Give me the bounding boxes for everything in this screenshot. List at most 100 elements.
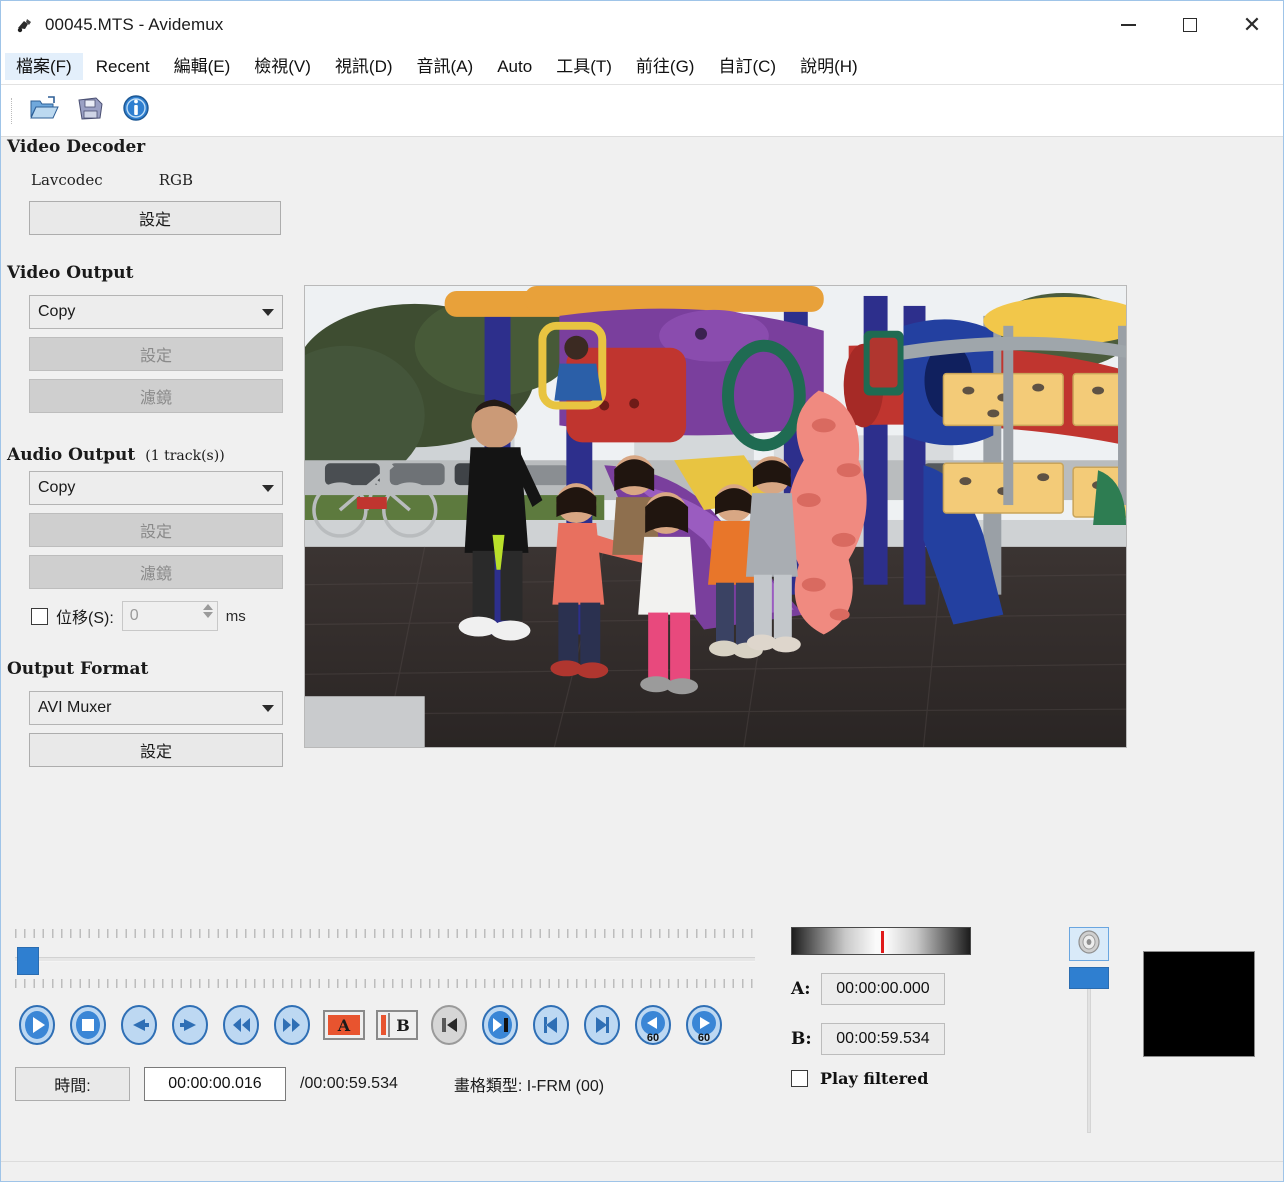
- total-time-label: /00:00:59.534: [300, 1075, 398, 1092]
- audio-output-heading: Audio Output: [7, 445, 136, 465]
- preview-frame-image: [305, 286, 1126, 747]
- output-format-configure-button[interactable]: 設定: [29, 733, 283, 767]
- chevron-down-icon: [262, 484, 274, 492]
- marker-panel: A: 00:00:00.000 B: 00:00:59.534 Play fil…: [791, 927, 1051, 1088]
- minimize-icon: [1120, 24, 1136, 26]
- forward-60s-button[interactable]: 60: [684, 1005, 724, 1045]
- open-file-button[interactable]: [25, 92, 63, 130]
- maximize-button[interactable]: [1159, 1, 1221, 49]
- window-title: 00045.MTS - Avidemux: [45, 15, 224, 34]
- next-frame-button[interactable]: [170, 1005, 210, 1045]
- tool-bar: [1, 85, 1283, 137]
- audio-shift-label: 位移(S):: [56, 610, 114, 627]
- menu-video[interactable]: 視訊(D): [324, 53, 404, 80]
- volume-slider[interactable]: [1069, 967, 1109, 1137]
- chevron-down-icon: [262, 308, 274, 316]
- save-file-button[interactable]: [71, 92, 109, 130]
- main-area: Video Decoder Lavcodec RGB 設定 Video Outp…: [1, 137, 1283, 1181]
- playhead-marker-icon: [881, 931, 884, 953]
- transport-controls: A B 60 60: [17, 1005, 724, 1045]
- spinner-arrows-icon[interactable]: [202, 604, 213, 618]
- video-decoder-configure-button[interactable]: 設定: [29, 201, 281, 235]
- menu-audio[interactable]: 音訊(A): [406, 53, 485, 80]
- svg-text:A: A: [337, 1016, 351, 1035]
- video-preview[interactable]: [304, 285, 1127, 748]
- menu-file[interactable]: 檔案(F): [5, 53, 83, 80]
- menu-view[interactable]: 檢視(V): [243, 53, 322, 80]
- info-icon: [122, 94, 150, 127]
- menu-custom[interactable]: 自訂(C): [707, 53, 787, 80]
- menu-edit[interactable]: 編輯(E): [163, 53, 242, 80]
- menu-tools[interactable]: 工具(T): [545, 53, 623, 80]
- forward-button[interactable]: [272, 1005, 312, 1045]
- next-keyframe-button[interactable]: [480, 1005, 520, 1045]
- volume-handle[interactable]: [1069, 967, 1109, 989]
- previous-keyframe-button[interactable]: [429, 1005, 469, 1045]
- decoder-info-row: Lavcodec RGB: [31, 171, 301, 189]
- audio-shift-unit: ms: [225, 607, 246, 625]
- play-filtered-row: Play filtered: [791, 1069, 1051, 1088]
- play-filtered-checkbox[interactable]: [791, 1070, 808, 1087]
- status-row: 時間: 00:00:00.016 /00:00:59.534 畫格類型: I-F…: [15, 1067, 604, 1101]
- menu-help[interactable]: 說明(H): [789, 53, 869, 80]
- maximize-icon: [1183, 18, 1197, 32]
- rewind-button[interactable]: [221, 1005, 261, 1045]
- timeline-handle[interactable]: [17, 947, 39, 975]
- timeline-ticks-top: [15, 929, 755, 941]
- video-output-codec-value: Copy: [38, 303, 76, 320]
- decoder-codec-name: Lavcodec: [31, 171, 103, 189]
- timeline-slider[interactable]: [15, 929, 755, 991]
- video-output-filters-button[interactable]: 濾鏡: [29, 379, 283, 413]
- play-button[interactable]: [17, 1005, 57, 1045]
- marker-a-label: A:: [791, 979, 811, 999]
- menu-goto[interactable]: 前往(G): [625, 53, 706, 80]
- next-black-frame-button[interactable]: [582, 1005, 622, 1045]
- thumbnail-preview[interactable]: [1143, 951, 1255, 1057]
- info-button[interactable]: [117, 92, 155, 130]
- audio-output-configure-button[interactable]: 設定: [29, 513, 283, 547]
- audio-output-filters-button[interactable]: 濾鏡: [29, 555, 283, 589]
- video-output-codec-select[interactable]: Copy: [29, 295, 283, 329]
- time-button[interactable]: 時間:: [15, 1067, 130, 1101]
- timeline-ticks-bottom: [15, 979, 755, 991]
- output-format-heading: Output Format: [7, 659, 149, 679]
- marker-b-row: B: 00:00:59.534: [791, 1023, 1051, 1055]
- video-output-configure-button[interactable]: 設定: [29, 337, 283, 371]
- current-time-input[interactable]: 00:00:00.016: [144, 1067, 286, 1101]
- stop-button[interactable]: [68, 1005, 108, 1045]
- timeline-groove[interactable]: [15, 957, 755, 962]
- marker-a-value[interactable]: 00:00:00.000: [821, 973, 945, 1005]
- video-output-heading: Video Output: [7, 263, 134, 283]
- audio-track-count: (1 track(s)): [145, 448, 225, 464]
- output-format-select[interactable]: AVI Muxer: [29, 691, 283, 725]
- save-floppy-icon: [76, 95, 104, 126]
- volume-track[interactable]: [1087, 973, 1091, 1133]
- mute-button[interactable]: [1069, 927, 1109, 961]
- close-icon: ✕: [1242, 12, 1262, 37]
- mark-b-button[interactable]: B: [376, 1008, 418, 1042]
- close-button[interactable]: ✕: [1221, 1, 1283, 49]
- minimize-button[interactable]: [1097, 1, 1159, 49]
- previous-black-frame-button[interactable]: [531, 1005, 571, 1045]
- title-bar: 00045.MTS - Avidemux ✕: [1, 1, 1283, 49]
- chevron-down-icon: [262, 704, 274, 712]
- menu-bar: 檔案(F) Recent 編輯(E) 檢視(V) 視訊(D) 音訊(A) Aut…: [1, 49, 1283, 85]
- menu-auto[interactable]: Auto: [486, 53, 543, 80]
- status-bar: [1, 1161, 1283, 1181]
- previous-frame-button[interactable]: [119, 1005, 159, 1045]
- audio-output-codec-value: Copy: [38, 479, 76, 496]
- audio-shift-input[interactable]: 0: [121, 601, 218, 631]
- audio-output-codec-select[interactable]: Copy: [29, 471, 283, 505]
- open-folder-icon: [29, 95, 59, 126]
- frame-type-label: 畫格類型: I-FRM (00): [453, 1078, 605, 1095]
- audio-shift-checkbox[interactable]: [31, 607, 48, 625]
- mark-a-button[interactable]: A: [323, 1008, 365, 1042]
- back-60s-button[interactable]: 60: [633, 1005, 673, 1045]
- audio-shift-row: 位移(S): 0 ms: [31, 601, 301, 631]
- avidemux-icon: [15, 15, 35, 35]
- bottom-panel: A B 60 60 時間: 00:00:00.016 /00:00:59.534…: [1, 919, 1283, 1181]
- volume-control: [1069, 927, 1129, 1137]
- marker-b-value[interactable]: 00:00:59.534: [821, 1023, 945, 1055]
- toolbar-grip[interactable]: [11, 97, 14, 124]
- menu-recent[interactable]: Recent: [85, 53, 161, 80]
